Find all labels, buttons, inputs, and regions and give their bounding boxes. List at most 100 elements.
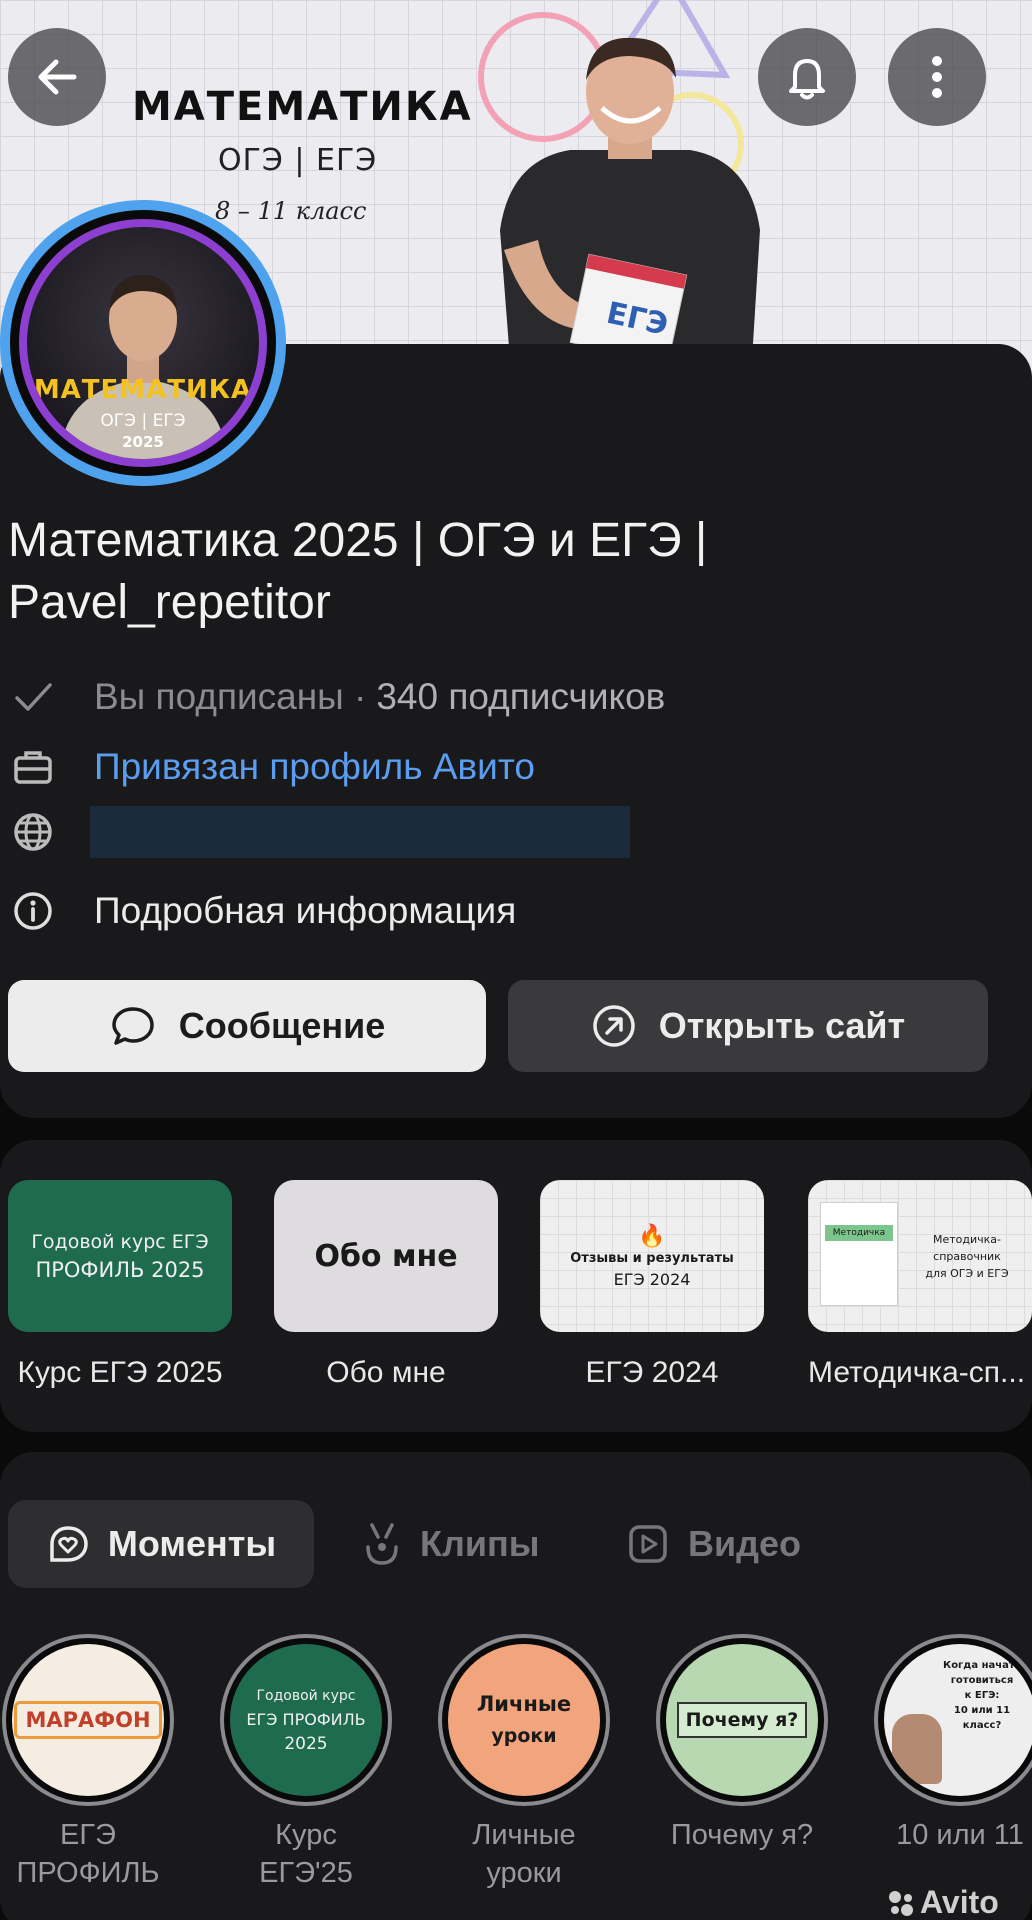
moment-thumbnail: Годовой курс ЕГЭ ПРОФИЛЬ 2025 [230,1644,382,1796]
avatar[interactable]: МАТЕМАТИКА ОГЭ | ЕГЭ 2025 [0,200,286,486]
moment-thumbnail: Когда начать готовиться к ЕГЭ: 10 или 11… [884,1644,1032,1796]
moment-label: Личные уроки [472,1819,576,1889]
teacher-photo: ЕГЭ [500,37,760,360]
moment-thumb-text: Личные [476,1692,572,1716]
linked-profile-link[interactable]: Привязан профиль Авито [94,746,535,788]
moment-ring: Почему я? [656,1634,828,1806]
watermark-text: Avito [920,1884,999,1920]
avatar-title: МАТЕМАТИКА [33,375,253,405]
globe-icon [8,807,58,857]
avito-logo-icon [889,1890,913,1916]
highlight-item[interactable]: Годовой курс ЕГЭ ПРОФИЛЬ 2025 Курс ЕГЭ 2… [8,1180,232,1390]
video-play-icon [629,1525,667,1563]
moment-thumbnail: Почему я? [666,1644,818,1796]
avito-watermark: Avito [886,1884,999,1920]
tab-clips[interactable]: Клипы [362,1500,539,1588]
message-button[interactable]: Сообщение [8,980,486,1072]
moment-thumbnail: Личные уроки [448,1644,600,1796]
highlight-thumb-text: Отзывы и результаты [570,1250,734,1266]
profile-name: Математика 2025 | ОГЭ и ЕГЭ | Pavel_repe… [8,514,708,629]
moment-thumb-text: 10 или 11 [953,1705,1011,1716]
tab-moments[interactable]: Моменты [8,1500,314,1588]
heart-chat-icon [50,1526,88,1562]
moment-thumb-text: Когда начать [943,1660,1021,1671]
highlight-thumb-text: Обо мне [314,1238,458,1274]
highlight-thumb-text: Методичка- [932,1232,1001,1246]
avatar-year: 2025 [122,433,164,451]
info-icon [8,886,58,936]
highlight-item[interactable]: Обо мне Обо мне [274,1180,498,1390]
highlight-item[interactable]: 🔥 Отзывы и результаты ЕГЭ 2024 ЕГЭ 2024 [540,1180,764,1390]
notifications-button[interactable] [758,28,856,126]
moment-thumb-text: Почему я? [676,1702,808,1738]
moment-item[interactable]: Почему я? Почему я? [656,1634,828,1854]
back-button[interactable] [8,28,106,126]
moment-thumbnail: МАРАФОН [12,1644,164,1796]
subscription-row: Вы подписаны · 340 подписчиков [8,672,665,722]
bell-icon [789,59,825,100]
content-section: Моменты Клипы Видео МАРАФОН ЕГЭ ПРОФИЛЬ … [0,1452,1032,1920]
moment-thumb-text: готовиться [950,1675,1014,1686]
highlight-thumbnail: 🔥 Отзывы и результаты ЕГЭ 2024 [540,1180,764,1332]
website-link-redacted[interactable] [90,806,630,858]
highlight-thumb-text: ЕГЭ 2024 [613,1269,691,1289]
moment-ring: Когда начать готовиться к ЕГЭ: 10 или 11… [874,1634,1032,1806]
external-link-icon [593,1005,635,1047]
check-icon [8,672,58,722]
moment-label: Почему я? [670,1819,814,1851]
avatar-subtitle: ОГЭ | ЕГЭ [100,411,186,431]
message-button-label: Сообщение [178,1005,386,1046]
tab-moments-label: Моменты [107,1523,277,1564]
tab-video[interactable]: Видео [626,1500,801,1588]
highlight-label: Обо мне [326,1356,446,1389]
avatar-image: МАТЕМАТИКА ОГЭ | ЕГЭ 2025 [19,219,267,467]
moment-thumb-text: 2025 [284,1734,328,1754]
booklet-tag: Методичка [825,1225,893,1241]
subscribed-status: Вы подписаны · [94,676,367,717]
cover-title: МАТЕМАТИКА [132,84,473,130]
highlight-label: ЕГЭ 2024 [585,1356,719,1389]
highlight-label: Методичка-сп... [808,1356,1026,1389]
details-row[interactable]: Подробная информация [8,886,516,936]
moment-item[interactable]: Годовой курс ЕГЭ ПРОФИЛЬ 2025 Курс ЕГЭ'2… [220,1634,392,1892]
moment-ring: МАРАФОН [2,1634,174,1806]
more-options-button[interactable] [888,28,986,126]
cover-grade: 8 – 11 класс [215,197,367,225]
open-site-button[interactable]: Открыть сайт [508,980,988,1072]
website-row[interactable] [8,806,630,858]
highlight-item[interactable]: Методичка Методичка- справочник для ОГЭ … [808,1180,1032,1390]
subscribers-count[interactable]: 340 подписчиков [376,676,665,718]
highlight-thumbnail: Обо мне [274,1180,498,1332]
highlight-thumb-text: справочник [933,1249,1001,1263]
highlight-thumbnail: Годовой курс ЕГЭ ПРОФИЛЬ 2025 [8,1180,232,1332]
highlights-section: Годовой курс ЕГЭ ПРОФИЛЬ 2025 Курс ЕГЭ 2… [0,1140,1032,1432]
highlight-thumb-text: для ОГЭ и ЕГЭ [925,1266,1009,1280]
moment-ring: Годовой курс ЕГЭ ПРОФИЛЬ 2025 [220,1634,392,1806]
moment-label: 10 или 11 [896,1819,1024,1851]
cover-subtitle: ОГЭ | ЕГЭ [218,143,378,178]
moment-label: ЕГЭ ПРОФИЛЬ [16,1819,160,1889]
moment-thumb-text: МАРАФОН [14,1701,162,1739]
highlight-thumbnail: Методичка Методичка- справочник для ОГЭ … [808,1180,1032,1332]
moment-thumb-text: уроки [491,1725,557,1747]
chat-bubble-icon [111,1007,154,1045]
booklet-image: Методичка [820,1202,898,1306]
moment-item[interactable]: Когда начать готовиться к ЕГЭ: 10 или 11… [874,1634,1032,1854]
more-vertical-icon [932,56,942,98]
clips-icon [366,1523,398,1565]
tab-clips-label: Клипы [420,1523,540,1564]
moment-thumb-text: Годовой курс [256,1688,356,1704]
details-link[interactable]: Подробная информация [94,890,516,932]
linked-profile-row[interactable]: Привязан профиль Авито [8,742,535,792]
tab-video-label: Видео [688,1523,801,1564]
arrow-left-icon [38,59,77,95]
fire-icon: 🔥 [638,1223,666,1249]
highlight-label: Курс ЕГЭ 2025 [17,1356,223,1389]
briefcase-icon [8,742,58,792]
highlight-thumb-text: Годовой курс ЕГЭ [31,1231,209,1253]
moment-item[interactable]: МАРАФОН ЕГЭ ПРОФИЛЬ [2,1634,174,1892]
moment-ring: Личные уроки [438,1634,610,1806]
moment-item[interactable]: Личные уроки Личные уроки [438,1634,610,1892]
moment-thumb-text: ЕГЭ ПРОФИЛЬ [246,1710,366,1729]
highlight-thumb-text: ПРОФИЛЬ 2025 [35,1258,205,1282]
